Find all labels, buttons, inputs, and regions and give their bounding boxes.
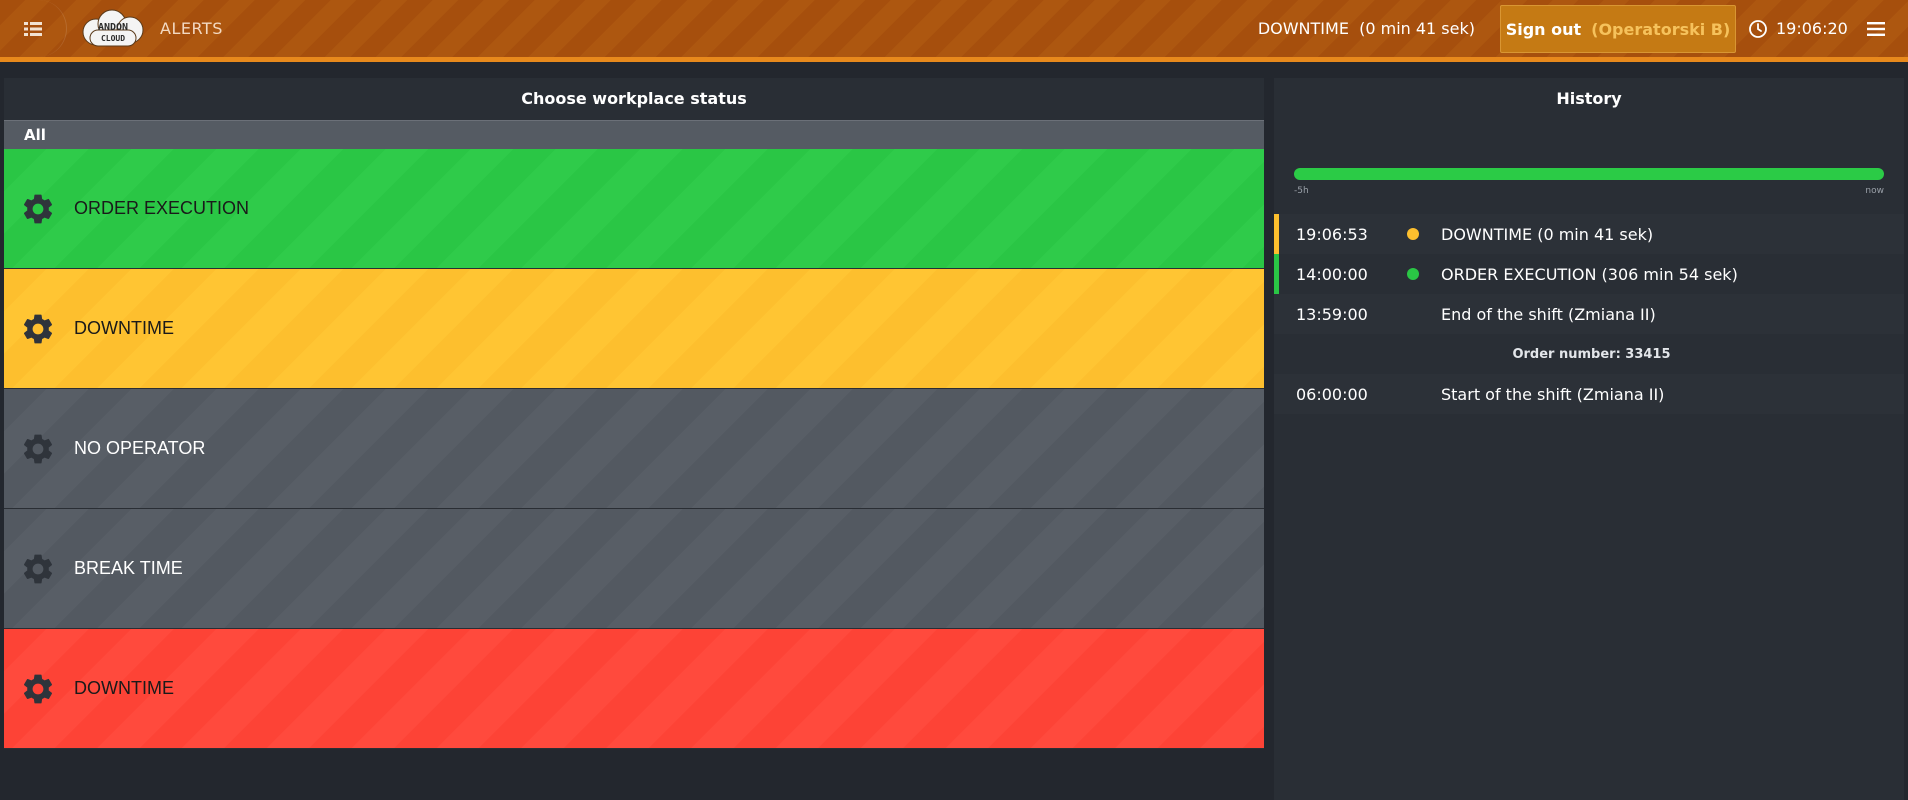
history-description: Start of the shift (Zmiana II) <box>1441 384 1665 404</box>
status-button-break-time[interactable]: BREAK TIME <box>4 509 1264 629</box>
page-title[interactable]: ALERTS <box>160 0 223 57</box>
timeline-start-label: -5h <box>1294 186 1309 196</box>
history-time: 06:00:00 <box>1296 384 1368 404</box>
status-button-label: DOWNTIME <box>74 678 174 698</box>
history-timeline-bar[interactable] <box>1294 168 1884 180</box>
andon-cloud-logo[interactable]: ANDON CLOUD <box>78 8 148 50</box>
hamburger-menu-icon <box>1867 21 1885 36</box>
gear-icon <box>20 671 56 707</box>
history-row: 14:00:00 ORDER EXECUTION (306 min 54 sek… <box>1274 254 1904 294</box>
history-description: DOWNTIME (0 min 41 sek) <box>1441 224 1654 244</box>
status-button-label: ORDER EXECUTION <box>74 198 250 218</box>
operator-name: (Operatorski B) <box>1591 19 1731 39</box>
status-button-no-operator[interactable]: NO OPERATOR <box>4 389 1264 509</box>
gear-icon <box>20 431 56 467</box>
clock: 19:06:20 <box>1748 0 1848 57</box>
current-status-text: DOWNTIME (0 min 41 sek) <box>1257 19 1475 38</box>
status-panel-title: Choose workplace status <box>4 78 1264 120</box>
status-button-label: BREAK TIME <box>74 558 183 578</box>
svg-text:CLOUD: CLOUD <box>101 34 125 43</box>
history-row: 13:59:00 End of the shift (Zmiana II) <box>1274 294 1904 334</box>
history-row: 06:00:00 Start of the shift (Zmiana II) <box>1274 374 1904 414</box>
status-panel: Choose workplace status All ORDER EXECUT… <box>4 78 1264 800</box>
history-time: 13:59:00 <box>1296 304 1368 324</box>
filter-tab-all[interactable]: All <box>4 120 1264 149</box>
sidebar-toggle-button[interactable] <box>0 0 67 57</box>
history-time: 19:06:53 <box>1296 224 1368 244</box>
gear-icon <box>20 191 56 227</box>
history-panel-title: History <box>1274 78 1904 120</box>
history-row: 19:06:53 DOWNTIME (0 min 41 sek) <box>1274 214 1904 254</box>
order-number-row: Order number: 33415 <box>1512 346 1671 362</box>
timeline-end-label: now <box>1865 186 1884 196</box>
status-dot-icon <box>1407 268 1419 280</box>
status-button-label: DOWNTIME <box>74 318 174 338</box>
list-icon <box>24 21 42 36</box>
status-button-downtime[interactable]: DOWNTIME <box>4 269 1264 389</box>
sign-out-button[interactable]: Sign out (Operatorski B) <box>1500 5 1736 53</box>
clock-icon <box>1749 19 1767 38</box>
top-bar: ANDON CLOUD ALERTS DOWNTIME (0 min 41 se… <box>0 0 1908 62</box>
history-description: End of the shift (Zmiana II) <box>1441 304 1656 324</box>
history-time: 14:00:00 <box>1296 264 1368 284</box>
clock-time: 19:06:20 <box>1776 19 1848 38</box>
history-description: ORDER EXECUTION (306 min 54 sek) <box>1441 264 1738 284</box>
sign-out-label: Sign out <box>1505 19 1582 39</box>
history-list: 19:06:53 DOWNTIME (0 min 41 sek) 14:00:0… <box>1274 214 1904 414</box>
svg-text:ANDON: ANDON <box>98 22 128 33</box>
status-button-label: NO OPERATOR <box>74 438 206 458</box>
gear-icon <box>20 311 56 347</box>
history-panel: History -5h now 19:06:53 DOWNTIME (0 min… <box>1274 78 1904 800</box>
timeline-labels: -5h now <box>1294 186 1884 196</box>
main-menu-button[interactable] <box>1860 0 1892 57</box>
status-button-order-execution[interactable]: ORDER EXECUTION <box>4 149 1264 269</box>
gear-icon <box>20 551 56 587</box>
status-button-downtime-critical[interactable]: DOWNTIME <box>4 629 1264 749</box>
status-dot-icon <box>1407 228 1419 240</box>
